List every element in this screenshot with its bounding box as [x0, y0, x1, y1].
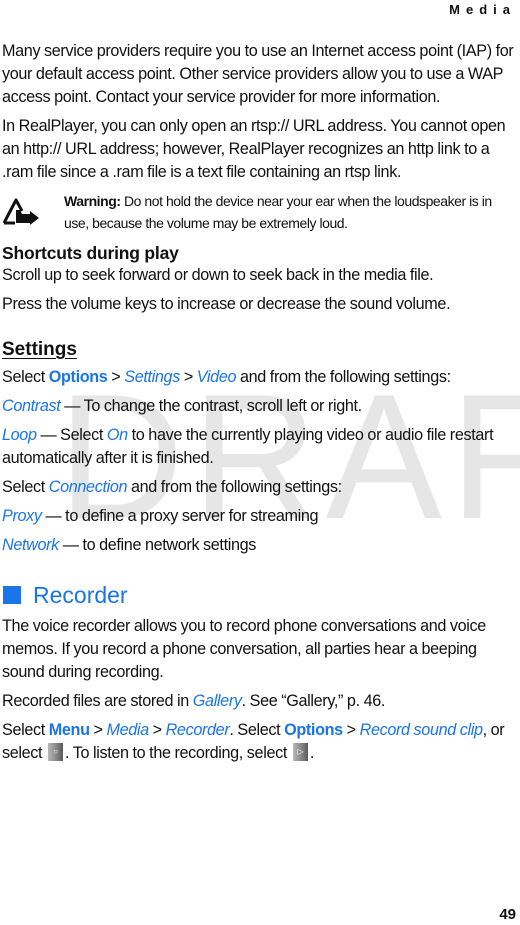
text: Select [2, 478, 49, 496]
connection-term: Connection [48, 478, 128, 496]
settings-heading: Settings [2, 339, 77, 360]
menu-command: Menu [48, 721, 90, 739]
separator: > [148, 721, 166, 739]
text: and from the following settings: [236, 368, 451, 386]
gallery-term: Gallery [192, 692, 242, 710]
network-setting: Network — to define network settings [2, 534, 518, 557]
contrast-setting: Contrast — To change the contrast, scrol… [2, 395, 518, 418]
proxy-term: Proxy [2, 507, 42, 525]
record-button-icon: ○ [48, 743, 64, 761]
settings-option: Settings [124, 368, 180, 386]
proxy-desc: — to define a proxy server for streaming [41, 507, 319, 525]
options-command: Options [284, 721, 343, 739]
text: . See “Gallery,” p. 46. [241, 692, 386, 710]
contrast-term: Contrast [2, 397, 61, 415]
page-content: Many service providers require you to us… [2, 40, 518, 771]
shortcuts-seek: Scroll up to seek forward or down to see… [2, 266, 434, 284]
play-button-icon: ▷ [292, 743, 308, 761]
separator: > [107, 368, 125, 386]
running-head: Media [449, 2, 516, 17]
recorder-option: Recorder [165, 721, 230, 739]
settings-path-line: Select Options > Settings > Video and fr… [2, 366, 518, 389]
text: Recorded files are stored in [2, 692, 193, 710]
separator: > [89, 721, 107, 739]
options-command: Options [48, 368, 108, 386]
text: — Select [36, 426, 107, 444]
connection-line: Select Connection and from the following… [2, 476, 518, 499]
intro-paragraph-rtsp: In RealPlayer, you can only open an rtsp… [2, 117, 506, 181]
loop-setting: Loop — Select On to have the currently p… [2, 424, 518, 470]
warning-note: Warning: Do not hold the device near you… [2, 190, 518, 234]
recorder-intro: The voice recorder allows you to record … [2, 617, 486, 681]
contrast-desc: — To change the contrast, scroll left or… [60, 397, 362, 415]
warning-label: Warning: [64, 193, 121, 209]
loop-term: Loop [2, 426, 37, 444]
network-desc: — to define network settings [58, 536, 257, 554]
record-sound-clip-option: Record sound clip [359, 721, 483, 739]
text: Select [2, 368, 49, 386]
proxy-setting: Proxy — to define a proxy server for str… [2, 505, 518, 528]
recorder-storage: Recorded files are stored in Gallery. Se… [2, 690, 518, 713]
text: . Select [229, 721, 285, 739]
intro-paragraph-iap: Many service providers require you to us… [2, 42, 514, 106]
shortcuts-volume: Press the volume keys to increase or dec… [2, 295, 451, 313]
text: . [309, 744, 315, 762]
section-square-icon [3, 586, 21, 604]
text: and from the following settings: [127, 478, 342, 496]
text: Select [2, 721, 49, 739]
recorder-instructions: Select Menu > Media > Recorder. Select O… [2, 719, 518, 765]
video-option: Video [196, 368, 237, 386]
warning-hand-icon [2, 198, 39, 225]
text: . To listen to the recording, select [65, 744, 291, 762]
media-option: Media [106, 721, 149, 739]
page-number: 49 [499, 906, 516, 923]
shortcuts-heading: Shortcuts during play [2, 243, 179, 263]
separator: > [342, 721, 360, 739]
on-value: On [106, 426, 128, 444]
warning-body: Do not hold the device near your ear whe… [64, 193, 492, 231]
warning-text: Warning: Do not hold the device near you… [64, 190, 518, 234]
recorder-title: Recorder [33, 582, 128, 608]
separator: > [179, 368, 197, 386]
network-term: Network [2, 536, 59, 554]
recorder-heading: Recorder [2, 581, 518, 609]
